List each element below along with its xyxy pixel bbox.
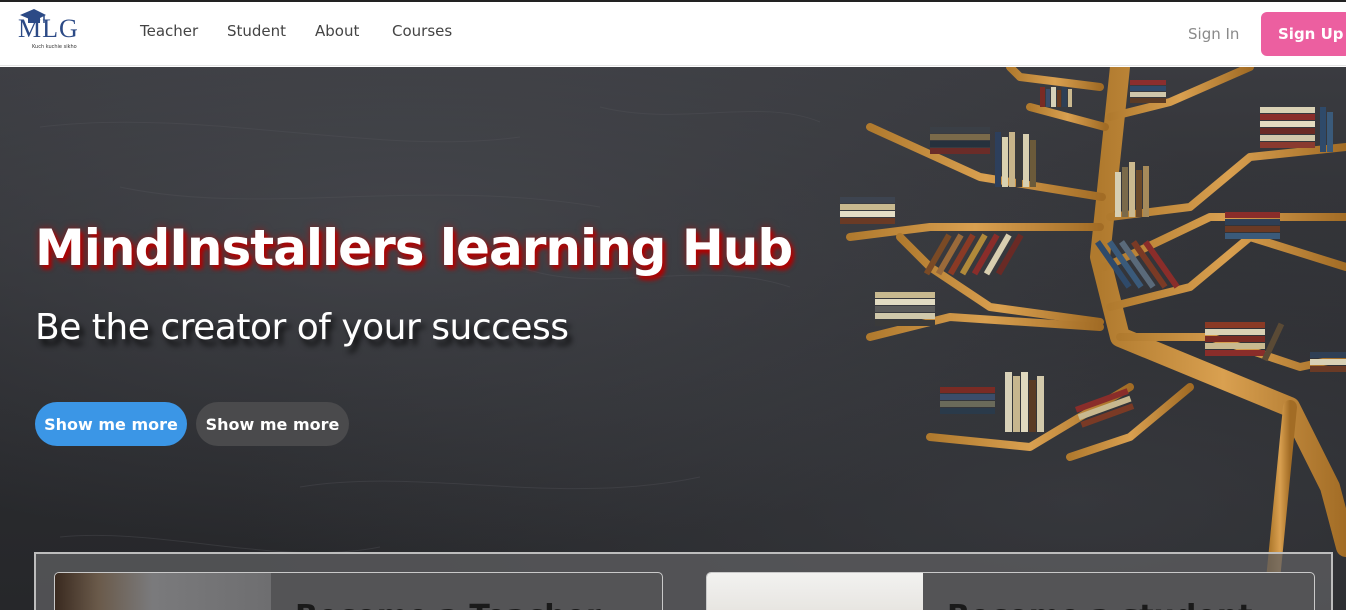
sign-up-button[interactable]: Sign Up — [1261, 12, 1346, 56]
brand-logo[interactable]: MLG Kuch kuchie sikho — [18, 7, 88, 53]
sign-in-link[interactable]: Sign In — [1188, 25, 1239, 43]
hero-title: MindInstallers learning Hub — [35, 219, 793, 277]
nav-link-student[interactable]: Student — [227, 22, 286, 40]
cards-panel: Become a Teacher Become a student — [34, 552, 1333, 610]
hero-banner: MindInstallers learning Hub Be the creat… — [0, 67, 1346, 610]
student-card[interactable]: Become a student — [706, 572, 1315, 610]
show-more-primary-button[interactable]: Show me more — [35, 402, 187, 446]
top-navbar: MLG Kuch kuchie sikho Teacher Student Ab… — [0, 2, 1346, 66]
nav-link-teacher[interactable]: Teacher — [140, 22, 198, 40]
bookshelf-tree-illustration — [840, 67, 1346, 610]
nav-link-courses[interactable]: Courses — [392, 22, 452, 40]
teacher-card-image — [55, 573, 271, 610]
teacher-card-title: Become a Teacher — [295, 599, 601, 610]
nav-link-about[interactable]: About — [315, 22, 359, 40]
teacher-card[interactable]: Become a Teacher — [54, 572, 663, 610]
logo-tagline: Kuch kuchie sikho — [32, 44, 77, 50]
student-card-title: Become a student — [947, 599, 1252, 610]
show-more-secondary-button[interactable]: Show me more — [196, 402, 349, 446]
student-card-image — [707, 573, 923, 610]
hero-subtitle: Be the creator of your success — [35, 307, 569, 348]
